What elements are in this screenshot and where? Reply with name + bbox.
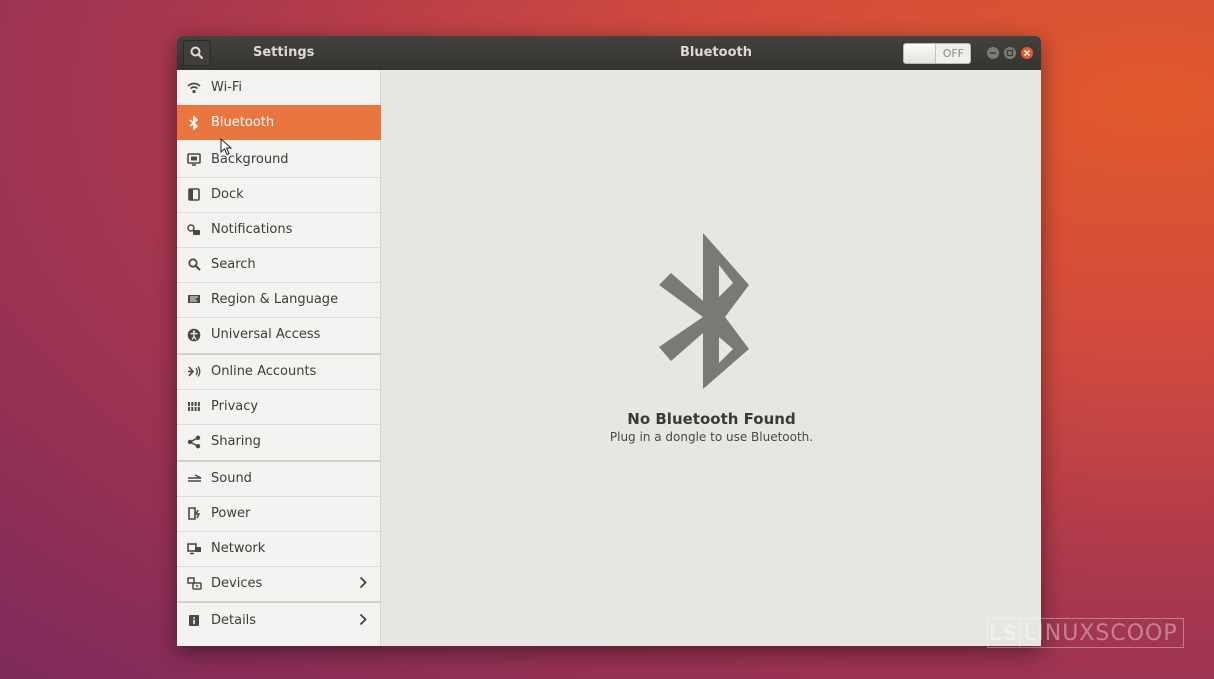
close-icon [1023, 49, 1031, 57]
chevron-right-icon [359, 576, 367, 593]
toggle-label: OFF [942, 47, 964, 60]
sidebar-item-wifi[interactable]: Wi-Fi [177, 70, 381, 105]
sidebar-item-notifications[interactable]: Notifications [177, 212, 381, 247]
minimize-icon [990, 52, 996, 54]
empty-state-subtitle: Plug in a dongle to use Bluetooth. [609, 430, 814, 444]
sidebar-item-label: Notifications [211, 222, 293, 237]
network-icon [177, 542, 211, 555]
sidebar-item-universal-access[interactable]: Universal Access [177, 317, 381, 352]
sidebar-item-label: Dock [211, 187, 244, 202]
sidebar-item-devices[interactable]: Devices [177, 566, 381, 601]
dock-icon [177, 188, 211, 201]
bluetooth-panel: No Bluetooth Found Plug in a dongle to u… [382, 70, 1041, 646]
online-accounts-icon [177, 365, 211, 378]
sidebar-item-bluetooth[interactable]: Bluetooth [177, 105, 381, 140]
wifi-icon [177, 82, 211, 94]
sidebar-item-dock[interactable]: Dock [177, 177, 381, 212]
sidebar-item-sharing[interactable]: Sharing [177, 424, 381, 459]
power-icon [177, 506, 211, 521]
sidebar-item-background[interactable]: Background [177, 142, 381, 177]
maximize-icon [1006, 49, 1014, 57]
mouse-cursor-icon [220, 137, 233, 160]
sidebar-item-label: Devices [211, 576, 263, 591]
devices-icon [177, 577, 211, 590]
watermark-text: LINUXSCOOP [1024, 620, 1178, 646]
watermark-logo-box: LS [988, 619, 1020, 647]
background-icon [177, 153, 211, 166]
sidebar-item-label: Details [211, 613, 257, 628]
sidebar-item-label: Bluetooth [211, 115, 275, 130]
sidebar-item-label: Universal Access [211, 327, 321, 342]
sidebar-item-label: Network [211, 541, 266, 556]
region-flag-icon [177, 294, 211, 305]
sidebar-item-label: Sharing [211, 434, 261, 449]
sound-icon [177, 473, 211, 484]
sidebar-item-search[interactable]: Search [177, 247, 381, 282]
search-button[interactable] [183, 40, 211, 66]
minimize-button[interactable] [987, 47, 999, 59]
sidebar-item-label: Online Accounts [211, 364, 317, 379]
panel-title: Bluetooth [680, 45, 752, 60]
notifications-icon [177, 223, 211, 236]
sidebar-item-privacy[interactable]: Privacy [177, 389, 381, 424]
privacy-icon [177, 401, 211, 412]
sidebar-item-network[interactable]: Network [177, 531, 381, 566]
bluetooth-large-icon [657, 225, 757, 399]
sidebar-item-label: Sound [211, 471, 252, 486]
bluetooth-toggle[interactable]: OFF [903, 43, 971, 64]
search-icon [177, 258, 211, 271]
sidebar-item-sound[interactable]: Sound [177, 461, 381, 496]
maximize-button[interactable] [1004, 47, 1016, 59]
sidebar-item-label: Power [211, 506, 251, 521]
details-icon [177, 614, 211, 627]
sidebar-item-label: Wi-Fi [211, 80, 243, 95]
close-button[interactable] [1021, 47, 1033, 59]
settings-window: Settings Bluetooth OFF Wi-Fi Bluetooth B… [177, 36, 1041, 646]
search-icon [190, 46, 204, 60]
sidebar-item-label: Search [211, 257, 256, 272]
sidebar-item-region-language[interactable]: Region & Language [177, 282, 381, 317]
sidebar-item-label: Region & Language [211, 292, 339, 307]
sharing-icon [177, 435, 211, 449]
sidebar-item-power[interactable]: Power [177, 496, 381, 531]
app-title: Settings [253, 45, 315, 60]
sidebar-item-label: Privacy [211, 399, 259, 414]
empty-state-title: No Bluetooth Found [627, 410, 796, 428]
toggle-knob [904, 44, 936, 63]
universal-access-icon [177, 328, 211, 342]
sidebar-item-online-accounts[interactable]: Online Accounts [177, 354, 381, 389]
chevron-right-icon [359, 613, 367, 630]
titlebar: Settings Bluetooth OFF [177, 36, 1041, 70]
linuxscoop-watermark: LS LINUXSCOOP [987, 618, 1184, 648]
sidebar: Wi-Fi Bluetooth Background Dock Notifica… [177, 70, 381, 646]
bluetooth-icon [177, 115, 211, 130]
sidebar-item-details[interactable]: Details [177, 603, 381, 638]
